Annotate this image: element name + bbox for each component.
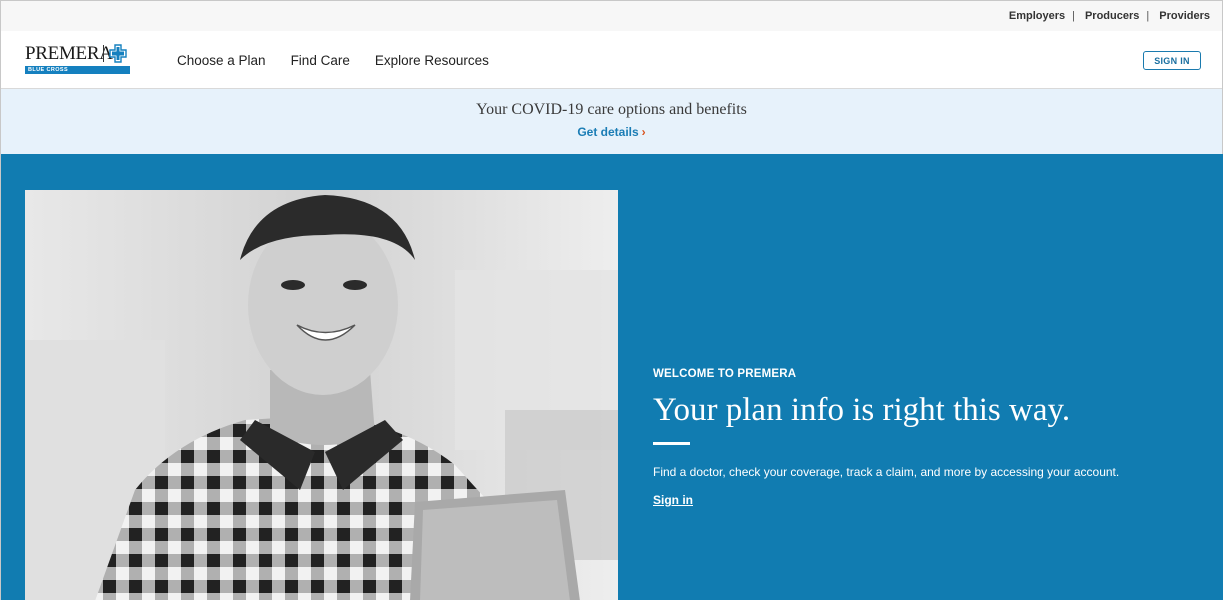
- hero-headline: Your plan info is right this way.: [653, 392, 1071, 428]
- logo-wordmark: PREMERA: [25, 43, 113, 64]
- hero-sign-in-link[interactable]: Sign in: [653, 493, 693, 507]
- hero-photo-illustration: [25, 190, 618, 600]
- blue-cross-icon: [109, 44, 127, 63]
- hero-photo: [25, 190, 618, 600]
- logo-subline: BLUE CROSS: [25, 66, 130, 74]
- sign-in-button[interactable]: SIGN IN: [1143, 51, 1201, 70]
- primary-nav-links: Choose a Plan Find Care Explore Resource…: [177, 31, 489, 89]
- covid-banner: Your COVID-19 care options and benefits …: [1, 89, 1222, 154]
- utility-separator: |: [1146, 10, 1150, 22]
- chevron-right-icon: ›: [641, 125, 646, 139]
- utility-nav: Employers | Producers | Providers: [1, 1, 1222, 31]
- hero-eyebrow: WELCOME TO PREMERA: [653, 368, 797, 380]
- hero-content: WELCOME TO PREMERA Your plan info is rig…: [653, 368, 1213, 509]
- get-details-label: Get details: [577, 125, 639, 139]
- covid-banner-title: Your COVID-19 care options and benefits: [476, 101, 747, 118]
- nav-find-care[interactable]: Find Care: [291, 53, 350, 68]
- utility-separator: |: [1072, 10, 1075, 22]
- premera-logo[interactable]: PREMERA BLUE CROSS: [25, 44, 130, 75]
- utility-link-employers[interactable]: Employers: [1009, 10, 1065, 22]
- hero-description: Find a doctor, check your coverage, trac…: [653, 465, 1120, 479]
- logo-divider: [103, 45, 104, 62]
- nav-choose-a-plan[interactable]: Choose a Plan: [177, 53, 266, 68]
- hero-divider: [653, 442, 690, 445]
- main-nav: PREMERA BLUE CROSS Choose a Plan Find Ca…: [1, 31, 1222, 89]
- get-details-link[interactable]: Get details ›: [577, 125, 645, 139]
- utility-link-providers[interactable]: Providers: [1159, 10, 1210, 22]
- nav-explore-resources[interactable]: Explore Resources: [375, 53, 489, 68]
- hero-section: WELCOME TO PREMERA Your plan info is rig…: [1, 154, 1223, 600]
- utility-link-producers[interactable]: Producers: [1085, 10, 1139, 22]
